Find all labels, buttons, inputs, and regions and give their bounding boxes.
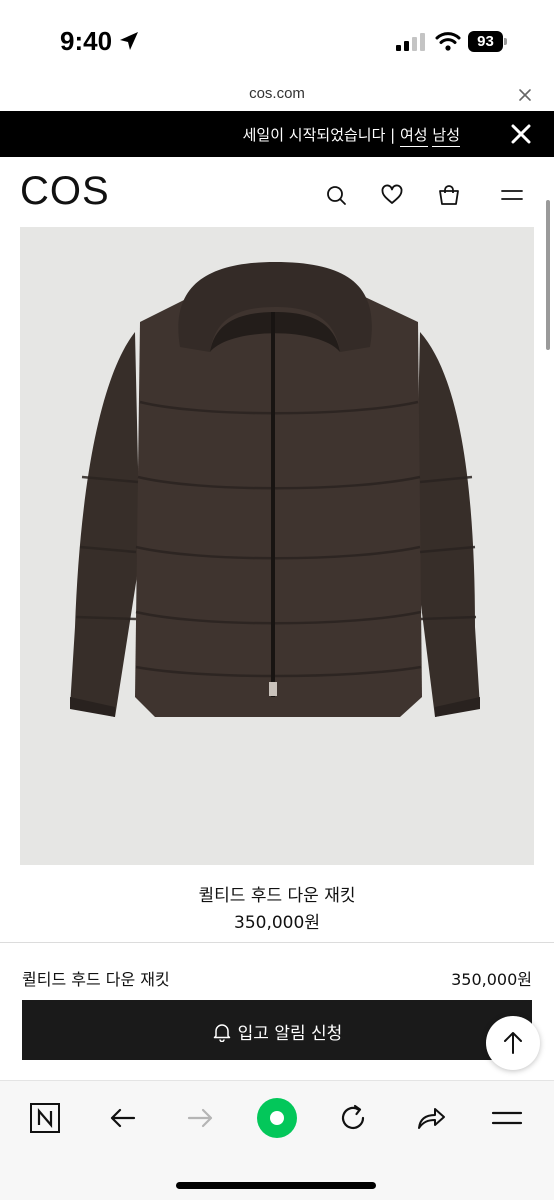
battery-level: 93 bbox=[468, 31, 503, 52]
home-indicator[interactable] bbox=[176, 1182, 376, 1189]
status-bar: 9:40 93 bbox=[0, 0, 554, 80]
close-icon[interactable] bbox=[510, 123, 532, 145]
forward-arrow-icon bbox=[187, 1108, 213, 1128]
notify-button-label: 입고 알림 신청 bbox=[237, 1024, 343, 1044]
menu-icon[interactable] bbox=[500, 183, 524, 207]
cos-logo[interactable]: COS bbox=[20, 169, 110, 214]
restock-notify-button[interactable]: 입고 알림 신청 bbox=[22, 1000, 532, 1060]
refresh-icon[interactable] bbox=[336, 1101, 370, 1135]
scrollbar-thumb[interactable] bbox=[546, 200, 550, 350]
bell-icon bbox=[213, 1024, 230, 1042]
jacket-illustration bbox=[70, 262, 480, 717]
notify-button-content: 입고 알림 신청 bbox=[22, 1019, 532, 1044]
search-icon[interactable] bbox=[324, 183, 348, 207]
sticky-product-price: 350,000원 bbox=[451, 970, 532, 989]
location-arrow-icon bbox=[120, 32, 138, 50]
link-men[interactable]: 남성 bbox=[432, 126, 460, 147]
status-time: 9:40 bbox=[60, 26, 113, 56]
wifi-icon bbox=[435, 32, 461, 51]
back-arrow-icon[interactable] bbox=[106, 1101, 140, 1135]
green-dot-home-icon[interactable] bbox=[256, 1097, 298, 1139]
sticky-product-name: 퀼티드 후드 다운 재킷 bbox=[22, 970, 170, 989]
share-icon[interactable] bbox=[414, 1101, 448, 1135]
arrow-up-icon bbox=[504, 1032, 522, 1054]
battery-indicator: 93 bbox=[468, 31, 507, 52]
announcement-text: 세일이 시작되었습니다 | 여성 남성 bbox=[242, 124, 460, 147]
link-women[interactable]: 여성 bbox=[400, 126, 428, 147]
url-text[interactable]: cos.com bbox=[0, 85, 554, 102]
site-header: COS bbox=[0, 157, 554, 227]
close-icon[interactable] bbox=[516, 86, 534, 104]
address-bar[interactable]: cos.com bbox=[0, 80, 554, 111]
announcement-bar: 세일이 시작되었습니다 | 여성 남성 bbox=[0, 111, 554, 157]
product-name[interactable]: 퀼티드 후드 다운 재킷 bbox=[0, 881, 554, 906]
scroll-to-top-button[interactable] bbox=[486, 1016, 540, 1070]
announcement-message: 세일이 시작되었습니다 | bbox=[242, 126, 396, 144]
product-image[interactable] bbox=[20, 227, 534, 865]
cellular-signal-icon bbox=[396, 33, 425, 51]
product-price: 350,000원 bbox=[234, 913, 320, 933]
divider bbox=[0, 942, 554, 943]
heart-icon[interactable] bbox=[380, 183, 404, 207]
naver-n-icon[interactable] bbox=[28, 1101, 62, 1135]
menu-icon[interactable] bbox=[490, 1101, 524, 1135]
bag-icon[interactable] bbox=[437, 183, 461, 207]
